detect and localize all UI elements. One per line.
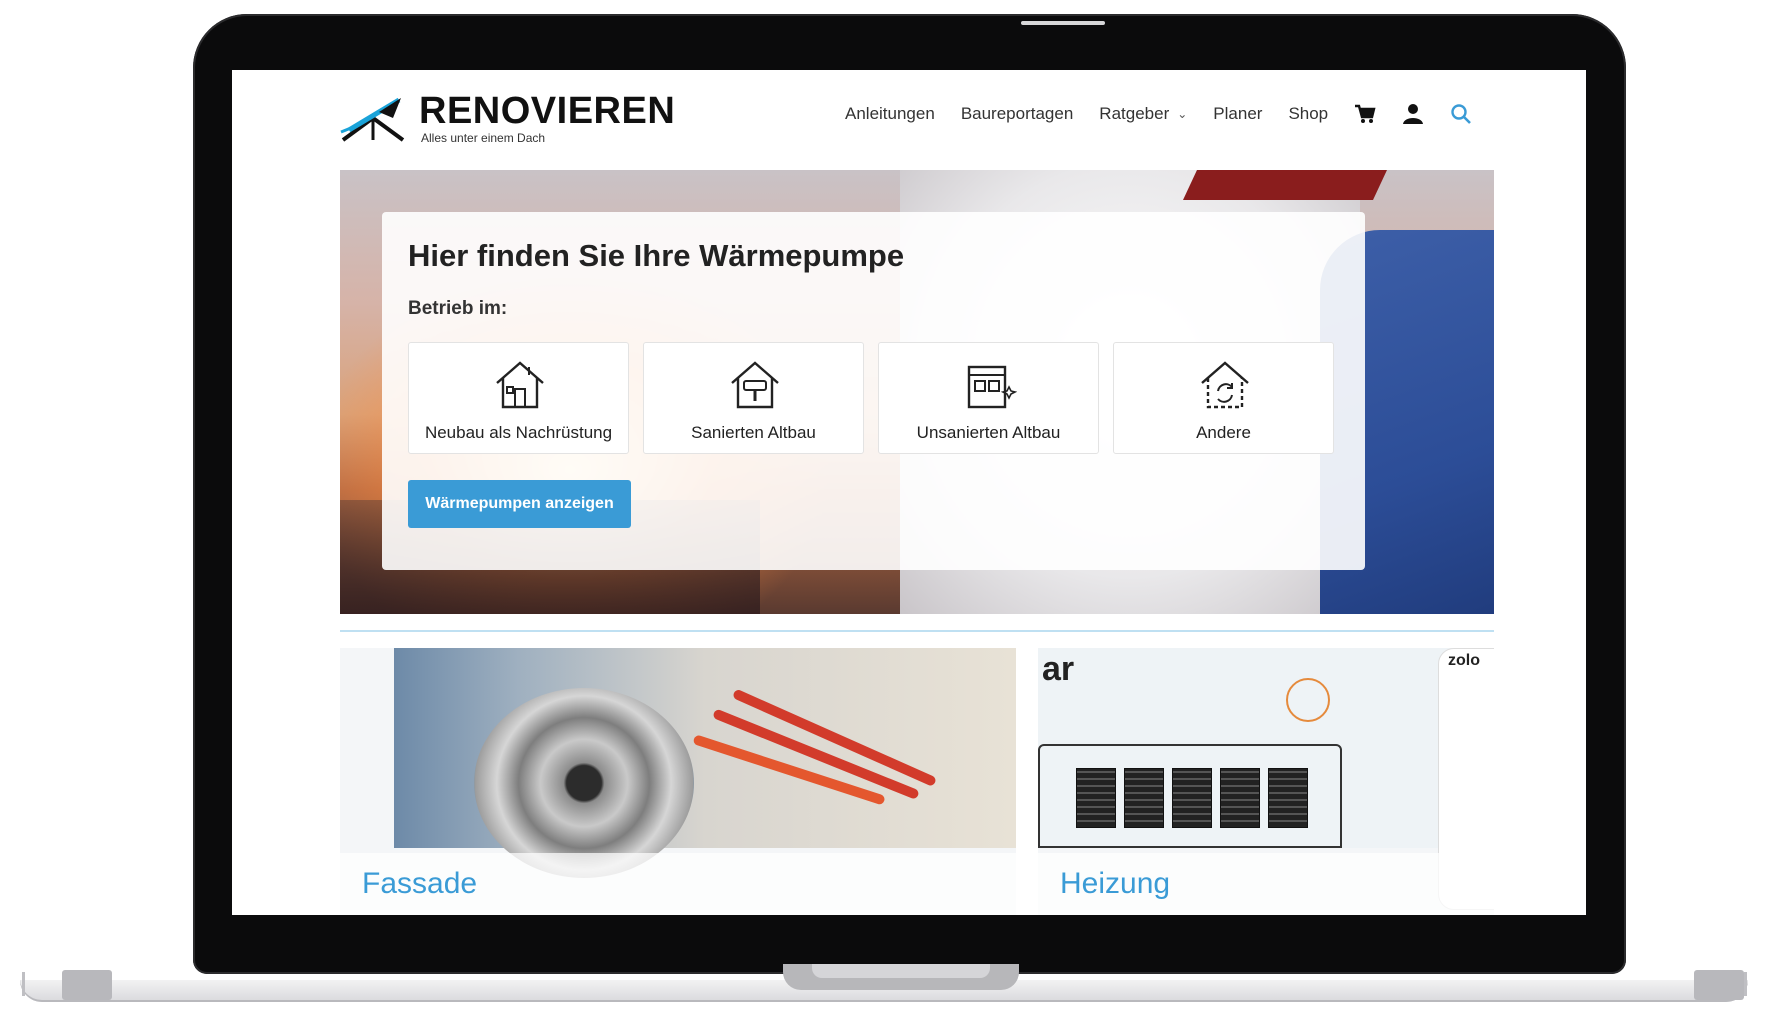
laptop-foot-left	[62, 970, 112, 1000]
brand-tagline: Alles unter einem Dach	[421, 131, 546, 145]
site-header: RENOVIEREN Alles unter einem Dach Anleit…	[232, 70, 1586, 170]
option-label: Andere	[1196, 423, 1251, 442]
solar-panel	[1124, 768, 1164, 828]
solar-panel	[1220, 768, 1260, 828]
solar-panel	[1172, 768, 1212, 828]
chevron-down-icon: ⌄	[1177, 107, 1188, 121]
finder-title: Hier finden Sie Ihre Wärmepumpe	[408, 238, 905, 273]
facade-insulation-image	[394, 648, 1016, 878]
site-logo[interactable]: RENOVIEREN Alles unter einem Dach	[339, 92, 675, 145]
nav-label: Ratgeber	[1099, 104, 1170, 123]
nav-item-shop[interactable]: Shop	[1288, 104, 1328, 124]
camera-notch	[1021, 21, 1105, 25]
category-label-bar: Fassade	[340, 853, 1016, 915]
nav-item-planer[interactable]: Planer	[1213, 104, 1262, 124]
app-brand-fragment: zolo	[1448, 652, 1480, 669]
laptop-foot-right	[1694, 970, 1744, 1000]
solar-heating-image: ar zolo	[1038, 648, 1494, 910]
main-nav: Anleitungen Baureportagen Ratgeber ⌄ Plan…	[845, 103, 1472, 125]
nav-label: Planer	[1213, 104, 1263, 123]
nav-item-anleitungen[interactable]: Anleitungen	[845, 104, 935, 124]
category-label: Fassade	[362, 867, 478, 900]
nav-label: Shop	[1288, 104, 1329, 123]
insulation-roll-graphic	[474, 688, 694, 878]
sun-icon	[1286, 678, 1330, 722]
option-sanierten-altbau[interactable]: Sanierten Altbau	[643, 342, 864, 454]
option-andere[interactable]: Andere	[1113, 342, 1334, 454]
category-tile-heizung[interactable]: ar zolo Heizung	[1038, 648, 1494, 915]
nav-label: Baureportagen	[960, 104, 1074, 123]
finder-options: Neubau als Nachrüstung Sanierten Altbau	[408, 342, 1348, 454]
hero-background-cape-red	[1183, 170, 1387, 200]
category-label-bar: Heizung	[1038, 853, 1494, 915]
solar-panel	[1076, 768, 1116, 828]
option-label: Neubau als Nachrüstung	[424, 423, 613, 442]
house-other-icon	[1201, 361, 1249, 409]
browser-viewport: RENOVIEREN Alles unter einem Dach Anleit…	[232, 70, 1586, 915]
user-icon[interactable]	[1402, 103, 1424, 125]
nav-item-ratgeber[interactable]: Ratgeber ⌄	[1099, 104, 1187, 124]
edge-tick	[22, 972, 25, 996]
edge-tick	[1744, 972, 1747, 996]
category-tile-fassade[interactable]: Fassade	[340, 648, 1016, 915]
nav-item-baureportagen[interactable]: Baureportagen	[961, 104, 1073, 124]
heatpump-finder-panel: Hier finden Sie Ihre Wärmepumpe Betrieb …	[382, 212, 1365, 570]
option-label: Sanierten Altbau	[691, 423, 816, 442]
brand-name: RENOVIEREN	[419, 90, 676, 132]
house-new-icon	[496, 361, 544, 409]
category-label: Heizung	[1060, 867, 1171, 900]
house-unrenovated-icon	[967, 365, 1017, 409]
logo-house-icon	[340, 97, 405, 142]
solar-panels-graphic	[1076, 768, 1316, 828]
finder-subtitle: Betrieb im:	[408, 298, 508, 319]
house-renovated-icon	[731, 361, 779, 409]
show-heatpumps-button[interactable]: Wärmepumpen anzeigen	[408, 480, 631, 528]
solar-panel	[1268, 768, 1308, 828]
brand-fragment-text: ar	[1042, 650, 1075, 688]
cart-icon[interactable]	[1354, 104, 1376, 124]
laptop-base	[0, 964, 1768, 1018]
laptop-hinge-slot	[812, 964, 990, 978]
section-divider	[340, 630, 1494, 632]
option-unsanierten-altbau[interactable]: Unsanierten Altbau	[878, 342, 1099, 454]
option-label: Unsanierten Altbau	[916, 423, 1061, 442]
search-icon[interactable]	[1450, 103, 1472, 125]
hero-banner: Hier finden Sie Ihre Wärmepumpe Betrieb …	[340, 170, 1494, 614]
nav-label: Anleitungen	[845, 104, 935, 123]
option-neubau[interactable]: Neubau als Nachrüstung	[408, 342, 629, 454]
